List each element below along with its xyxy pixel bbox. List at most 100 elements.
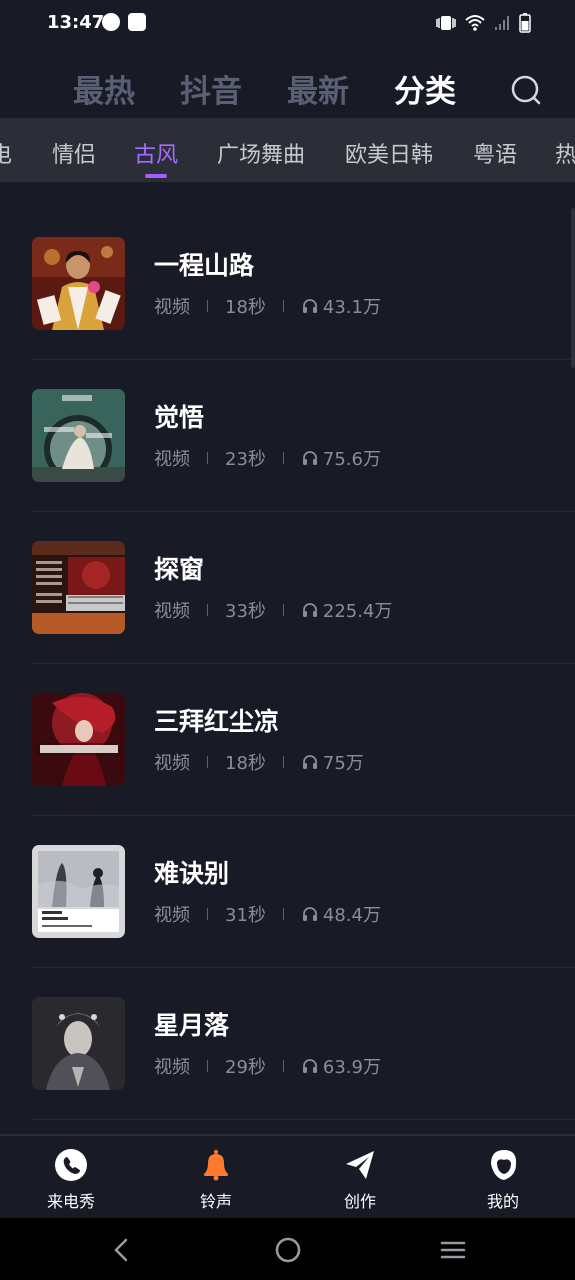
song-title: 觉悟 — [154, 403, 205, 432]
song-meta: 视频 23秒 75.6万 — [154, 447, 381, 470]
headphone-icon — [302, 907, 317, 921]
category-item-couple[interactable]: 情侣 — [52, 137, 96, 169]
song-title: 三拜红尘凉 — [154, 707, 280, 736]
song-thumbnail — [32, 237, 125, 330]
nav-caller-show[interactable]: 来电秀 — [31, 1148, 111, 1212]
meta-divider — [207, 452, 208, 464]
song-duration: 31秒 — [225, 905, 266, 926]
song-thumbnail — [32, 693, 125, 786]
meta-divider — [207, 908, 208, 920]
song-row[interactable]: 觉悟 视频 23秒 75.6万 — [0, 360, 575, 512]
row-divider — [32, 1119, 575, 1120]
nav-label: 创作 — [343, 1192, 376, 1211]
profile-icon — [491, 1150, 517, 1180]
song-row[interactable]: 三拜红尘凉 视频 18秒 75万 — [0, 664, 575, 816]
category-item-western-jk[interactable]: 欧美日韩 — [345, 137, 433, 169]
song-list: 一程山路 视频 18秒 43.1万 觉悟 视频 23秒 75.6万 探窗 视频 … — [0, 208, 575, 1134]
headphone-icon — [302, 1059, 317, 1073]
song-row[interactable]: 探窗 视频 33秒 225.4万 — [0, 512, 575, 664]
song-play-count: 225.4万 — [322, 601, 393, 622]
song-row[interactable]: 难诀别 视频 31秒 48.4万 — [0, 816, 575, 968]
headphone-icon — [302, 755, 317, 769]
tab-douyin[interactable]: 抖音 — [180, 66, 242, 111]
song-meta: 视频 29秒 63.9万 — [154, 1055, 381, 1078]
meta-divider — [282, 1060, 284, 1072]
home-icon[interactable] — [274, 1236, 302, 1264]
song-duration: 18秒 — [225, 297, 266, 318]
active-category-underline — [145, 174, 167, 178]
song-meta: 视频 33秒 225.4万 — [154, 599, 393, 622]
song-duration: 23秒 — [225, 449, 266, 470]
song-row[interactable]: 一程山路 视频 18秒 43.1万 — [0, 208, 575, 360]
nav-label: 来电秀 — [46, 1192, 95, 1211]
song-title: 探窗 — [154, 555, 205, 584]
bell-icon — [204, 1150, 228, 1181]
song-play-count: 43.1万 — [322, 297, 381, 318]
top-tab-bar: 最热 抖音 最新 分类 — [0, 60, 575, 118]
nav-label: 我的 — [486, 1192, 519, 1211]
meta-divider — [207, 756, 208, 768]
headphone-icon — [302, 451, 317, 465]
status-bar: 13:47 — [0, 0, 575, 48]
song-thumbnail — [32, 997, 125, 1090]
song-play-count: 63.9万 — [322, 1057, 381, 1078]
nav-label: 铃声 — [199, 1192, 232, 1211]
system-nav-bar — [0, 1218, 575, 1280]
nav-create[interactable]: 创作 — [320, 1148, 400, 1212]
tab-category[interactable]: 分类 — [394, 66, 456, 111]
paper-plane-icon — [346, 1151, 374, 1179]
song-type: 视频 — [154, 449, 190, 470]
category-item-ancient-style[interactable]: 古风 — [134, 137, 178, 169]
song-type: 视频 — [154, 297, 190, 318]
nav-profile[interactable]: 我的 — [463, 1148, 543, 1212]
song-play-count: 75.6万 — [322, 449, 381, 470]
bottom-nav: 来电秀 铃声 创作 我的 — [0, 1134, 575, 1218]
song-type: 视频 — [154, 1057, 190, 1078]
tab-hottest[interactable]: 最热 — [73, 66, 135, 111]
song-type: 视频 — [154, 905, 190, 926]
battery-icon — [519, 13, 531, 33]
recent-apps-icon[interactable] — [439, 1236, 467, 1264]
meta-divider — [207, 300, 208, 312]
song-meta: 视频 31秒 48.4万 — [154, 903, 381, 926]
category-bar: 电 情侣 古风 广场舞曲 欧美日韩 粤语 热 — [0, 118, 575, 182]
search-icon[interactable] — [510, 74, 542, 106]
song-thumbnail — [32, 845, 125, 938]
song-thumbnail — [32, 541, 125, 634]
headphone-icon — [302, 603, 317, 617]
scrollbar[interactable] — [571, 208, 575, 368]
song-title: 星月落 — [154, 1011, 230, 1040]
category-item-square-dance[interactable]: 广场舞曲 — [217, 137, 305, 169]
tab-newest[interactable]: 最新 — [287, 66, 349, 111]
back-icon[interactable] — [108, 1236, 136, 1264]
song-duration: 33秒 — [225, 601, 266, 622]
song-title: 难诀别 — [154, 859, 230, 888]
meta-divider — [282, 452, 284, 464]
speedometer-icon — [102, 13, 120, 31]
meta-divider — [282, 604, 284, 616]
status-time: 13:47 — [47, 12, 105, 33]
vibrate-icon — [436, 16, 456, 30]
meta-divider — [282, 300, 284, 312]
meta-divider — [207, 1060, 208, 1072]
song-duration: 18秒 — [225, 753, 266, 774]
meta-divider — [282, 756, 284, 768]
category-item[interactable]: 电 — [0, 137, 12, 169]
wifi-icon — [465, 15, 485, 31]
song-meta: 视频 18秒 43.1万 — [154, 295, 381, 318]
song-meta: 视频 18秒 75万 — [154, 751, 364, 774]
song-row[interactable]: 星月落 视频 29秒 63.9万 — [0, 968, 575, 1120]
song-play-count: 75万 — [322, 753, 364, 774]
category-item[interactable]: 热 — [555, 137, 575, 169]
song-type: 视频 — [154, 753, 190, 774]
nav-ringtone[interactable]: 铃声 — [176, 1148, 256, 1212]
headphone-icon — [302, 299, 317, 313]
song-type: 视频 — [154, 601, 190, 622]
status-indicators — [435, 13, 531, 33]
category-item-cantonese[interactable]: 粤语 — [473, 137, 517, 169]
meta-divider — [282, 908, 284, 920]
song-play-count: 48.4万 — [322, 905, 381, 926]
song-duration: 29秒 — [225, 1057, 266, 1078]
song-title: 一程山路 — [154, 251, 255, 280]
status-app-icons — [102, 13, 146, 31]
